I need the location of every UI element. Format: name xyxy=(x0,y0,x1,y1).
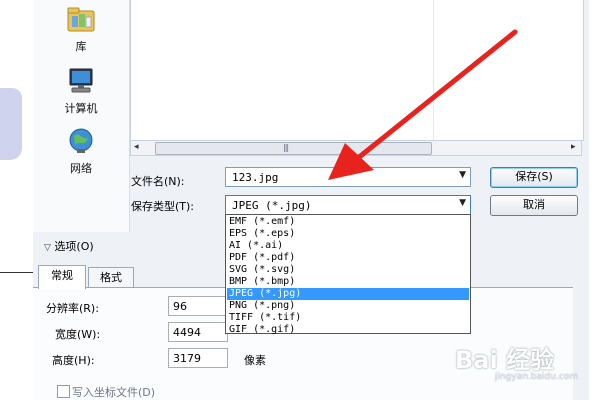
background-line xyxy=(0,272,36,273)
computer-icon xyxy=(66,66,96,96)
dropdown-option-svg[interactable]: SVG (*.svg) xyxy=(227,264,469,276)
filename-combobox[interactable]: 123.jpg ▼ xyxy=(225,167,471,187)
filename-value: 123.jpg xyxy=(232,171,279,184)
nav-item-label: 计算机 xyxy=(64,102,98,115)
dropdown-option-eps[interactable]: EPS (*.eps) xyxy=(227,228,469,240)
filetype-dropdown-list[interactable]: EMF (*.emf) EPS (*.eps) AI (*.ai) PDF (*… xyxy=(225,214,471,336)
background-shape xyxy=(0,88,22,160)
column-divider xyxy=(433,0,434,140)
dropdown-option-bmp[interactable]: BMP (*.bmp) xyxy=(227,276,469,288)
dropdown-option-emf[interactable]: EMF (*.emf) xyxy=(227,216,469,228)
height-unit: 像素 xyxy=(244,354,266,367)
chevron-down-icon: ▽ xyxy=(44,243,51,253)
background-right xyxy=(589,0,600,400)
navigation-pane: 库 计算机 网络 xyxy=(33,0,130,232)
height-label: 高度(H): xyxy=(52,354,95,367)
write-coord-checkbox[interactable] xyxy=(57,385,70,398)
save-button[interactable]: 保存(S) xyxy=(490,167,578,188)
resolution-label: 分辨率(R): xyxy=(46,302,99,315)
filetype-select[interactable]: JPEG (*.jpg) ▼ xyxy=(225,195,471,215)
network-icon xyxy=(66,126,96,156)
write-coord-label: 写入坐标文件(D) xyxy=(72,386,156,399)
filetype-value: JPEG (*.jpg) xyxy=(232,199,312,212)
nav-item-label: 库 xyxy=(75,40,87,53)
baidu-watermark: Bai 经验 jingyan.baidu.com xyxy=(455,340,590,390)
height-value: 3179 xyxy=(173,352,201,365)
dropdown-option-png[interactable]: PNG (*.png) xyxy=(227,300,469,312)
scroll-right-icon[interactable]: ▸ xyxy=(571,142,576,152)
watermark-brand: Bai 经验 xyxy=(455,346,555,374)
watermark-url: jingyan.baidu.com xyxy=(495,372,579,382)
options-toggle[interactable]: ▽ 选项(O) xyxy=(44,238,94,254)
options-toggle-label: 选项(O) xyxy=(54,240,94,253)
nav-item-library[interactable]: 库 xyxy=(33,4,129,54)
filename-label: 文件名(N): xyxy=(131,175,185,188)
dropdown-option-pdf[interactable]: PDF (*.pdf) xyxy=(227,252,469,264)
library-icon xyxy=(66,4,96,34)
cancel-button[interactable]: 取消 xyxy=(490,195,578,216)
scrollbar-grip-icon: ||| xyxy=(283,143,289,152)
resolution-input[interactable]: 96 xyxy=(168,296,228,316)
tab-format[interactable]: 格式 xyxy=(88,267,134,287)
dropdown-option-jpeg[interactable]: JPEG (*.jpg) xyxy=(227,288,469,300)
tab-general[interactable]: 常规 xyxy=(38,265,86,289)
scrollbar-thumb[interactable] xyxy=(155,142,432,155)
chevron-down-icon[interactable]: ▼ xyxy=(459,198,466,208)
dropdown-option-tiff[interactable]: TIFF (*.tif) xyxy=(227,312,469,324)
dropdown-option-gif[interactable]: GIF (*.gif) xyxy=(227,324,469,336)
filetype-label: 保存类型(T): xyxy=(131,200,195,213)
width-input[interactable]: 4494 xyxy=(168,322,228,342)
width-label: 宽度(W): xyxy=(55,328,101,341)
file-list[interactable] xyxy=(130,0,584,141)
height-input[interactable]: 3179 xyxy=(168,348,228,368)
chevron-down-icon[interactable]: ▼ xyxy=(459,170,466,180)
nav-item-computer[interactable]: 计算机 xyxy=(33,66,129,116)
nav-item-network[interactable]: 网络 xyxy=(33,126,129,176)
background-document xyxy=(0,0,33,400)
dropdown-option-ai[interactable]: AI (*.ai) xyxy=(227,240,469,252)
nav-item-label: 网络 xyxy=(70,162,92,175)
resolution-value: 96 xyxy=(173,300,187,313)
scroll-left-icon[interactable]: ◂ xyxy=(134,142,139,152)
width-value: 4494 xyxy=(173,326,201,339)
